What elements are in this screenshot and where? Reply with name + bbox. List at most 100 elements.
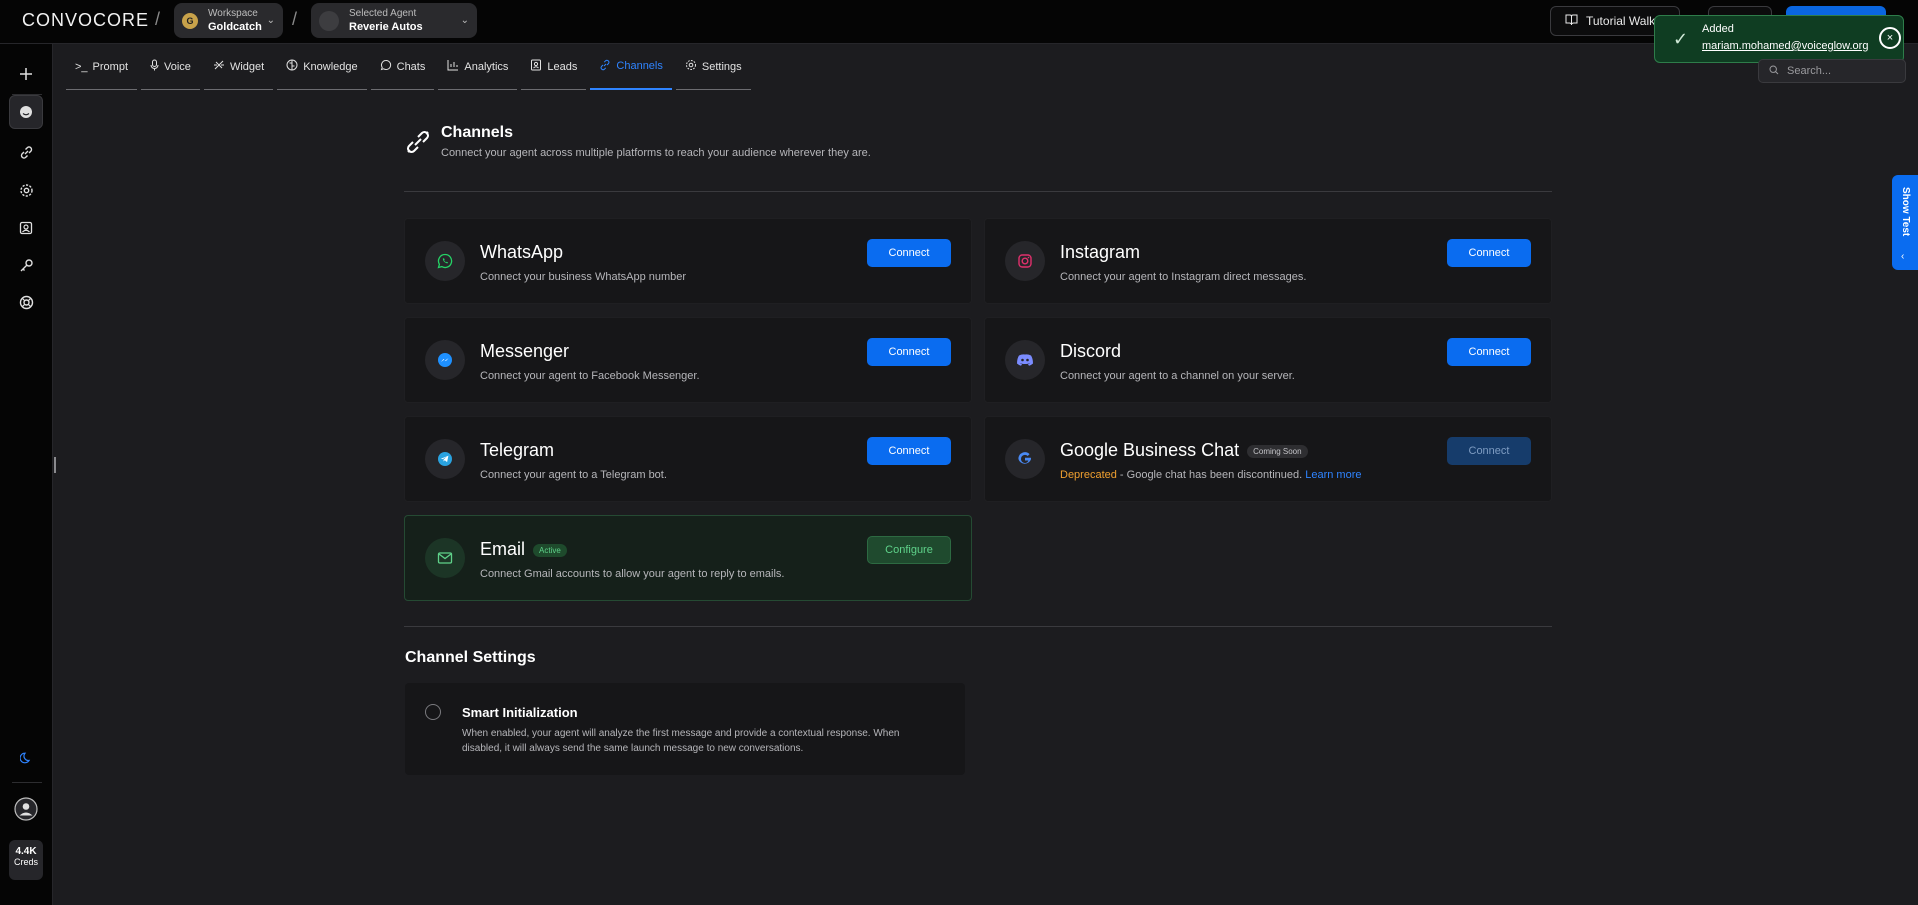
chat-bubble-icon — [380, 59, 392, 74]
page-subtitle: Connect your agent across multiple platf… — [441, 147, 871, 159]
agent-icon[interactable] — [9, 95, 43, 129]
channel-settings-title: Channel Settings — [405, 649, 536, 666]
user-avatar-icon[interactable] — [12, 795, 40, 823]
show-test-label: Show Test — [1900, 187, 1911, 237]
agent-label: Selected Agent — [349, 7, 417, 19]
tab-voice[interactable]: Voice — [141, 44, 200, 90]
channel-card-discord: Discord Connect your agent to a channel … — [984, 317, 1552, 403]
sidebar-collapse-handle[interactable] — [54, 457, 56, 473]
gear-icon — [685, 59, 697, 74]
connect-discord-button[interactable]: Connect — [1447, 338, 1531, 366]
smart-initialization-card: Smart Initialization When enabled, your … — [405, 683, 965, 775]
smart-initialization-checkbox[interactable] — [425, 704, 441, 720]
contacts-icon[interactable] — [12, 214, 40, 242]
search-box[interactable] — [1758, 59, 1906, 83]
brain-icon — [286, 59, 298, 74]
learn-more-link[interactable]: Learn more — [1305, 469, 1361, 481]
channel-name-text: Google Business Chat — [1060, 440, 1240, 460]
terminal-icon: >_ — [75, 60, 88, 73]
connect-whatsapp-button[interactable]: Connect — [867, 239, 951, 267]
agent-selector[interactable]: Selected Agent Reverie Autos ⌄ — [311, 3, 477, 38]
tab-label: Knowledge — [303, 60, 358, 73]
tab-analytics[interactable]: Analytics — [438, 44, 518, 90]
chevron-down-icon: ⌄ — [460, 15, 469, 26]
active-badge: Active — [533, 543, 567, 557]
plug-icon — [599, 59, 611, 74]
tab-chats[interactable]: Chats — [370, 44, 435, 90]
channel-description: Deprecated - Google chat has been discon… — [1060, 469, 1362, 481]
toast-message[interactable]: mariam.mohamed@voiceglow.org — [1702, 40, 1868, 52]
connect-telegram-button[interactable]: Connect — [867, 437, 951, 465]
rail-divider — [12, 782, 42, 783]
connect-messenger-button[interactable]: Connect — [867, 338, 951, 366]
top-bar: CONVOCORE / G Workspace Goldcatch ⌄ / Se… — [0, 0, 1918, 44]
google-icon — [1005, 439, 1045, 479]
microphone-icon — [150, 59, 159, 74]
breadcrumb-separator: / — [292, 9, 298, 29]
tab-label: Channels — [616, 60, 663, 72]
channel-description: Connect your agent to a channel on your … — [1060, 370, 1295, 382]
channel-card-email: Email Active Connect Gmail accounts to al… — [404, 515, 972, 601]
channel-card-google-business-chat: Google Business Chat Coming Soon Deprecat… — [984, 416, 1552, 502]
tab-channels[interactable]: Channels — [590, 44, 672, 90]
tab-label: Leads — [547, 60, 578, 73]
channel-name: Telegram — [480, 440, 555, 460]
channel-name: Email Active — [480, 539, 567, 560]
setting-description: When enabled, your agent will analyze th… — [462, 728, 900, 754]
agent-avatar — [319, 10, 339, 31]
connect-instagram-button[interactable]: Connect — [1447, 239, 1531, 267]
tab-settings[interactable]: Settings — [675, 44, 751, 90]
section-divider — [404, 191, 1552, 192]
bar-chart-icon — [447, 59, 459, 74]
plus-icon[interactable] — [12, 60, 40, 88]
success-toast: ✓ Added mariam.mohamed@voiceglow.org × — [1654, 15, 1904, 63]
deprecated-desc: - Google chat has been discontinued. — [1116, 469, 1306, 481]
configure-email-button[interactable]: Configure — [867, 536, 951, 564]
workspace-selector[interactable]: G Workspace Goldcatch ⌄ — [174, 3, 283, 38]
discord-icon — [1005, 340, 1045, 380]
channel-card-messenger: Messenger Connect your agent to Facebook… — [404, 317, 972, 403]
telegram-icon — [425, 439, 465, 479]
search-input[interactable] — [1787, 65, 1897, 77]
key-icon[interactable] — [12, 251, 40, 279]
breadcrumb-separator: / — [155, 9, 161, 29]
gear-icon[interactable] — [12, 176, 40, 204]
workspace-name: Goldcatch — [208, 20, 262, 33]
moon-icon[interactable] — [12, 744, 40, 772]
agent-tabs: >_ Prompt Voice Widget Knowledge Chats An… — [66, 44, 755, 90]
show-test-tab[interactable]: Show Test ‹ — [1892, 175, 1918, 270]
tab-label: Settings — [701, 60, 742, 73]
tab-widget[interactable]: Widget — [203, 44, 274, 90]
close-icon[interactable]: × — [1879, 27, 1901, 49]
app-logo[interactable]: CONVOCORE — [22, 10, 149, 31]
mail-icon — [425, 538, 465, 578]
channel-name: WhatsApp — [480, 242, 564, 262]
book-icon — [1565, 14, 1578, 28]
tab-label: Chats — [396, 60, 426, 73]
channel-card-telegram: Telegram Connect your agent to a Telegra… — [404, 416, 972, 502]
link-icon[interactable] — [12, 138, 40, 166]
tab-leads[interactable]: Leads — [521, 44, 587, 90]
channel-description: Connect your agent to Facebook Messenger… — [480, 370, 700, 382]
tab-prompt[interactable]: >_ Prompt — [66, 44, 138, 90]
whatsapp-icon — [425, 241, 465, 281]
section-divider — [404, 626, 1552, 627]
agent-name: Reverie Autos — [349, 20, 423, 33]
credits-badge[interactable]: 4.4K Creds — [9, 840, 43, 880]
workspace-label: Workspace — [208, 7, 258, 19]
tab-knowledge[interactable]: Knowledge — [277, 44, 367, 90]
widget-icon — [213, 59, 225, 74]
support-icon[interactable] — [12, 288, 40, 316]
tab-label: Voice — [164, 60, 191, 73]
channel-card-whatsapp: WhatsApp Connect your business WhatsApp … — [404, 218, 972, 304]
channel-name: Google Business Chat Coming Soon — [1060, 440, 1308, 461]
channel-name: Instagram — [1060, 242, 1141, 262]
channel-description: Connect your agent to Instagram direct m… — [1060, 271, 1307, 283]
channel-name: Messenger — [480, 341, 570, 361]
messenger-icon — [425, 340, 465, 380]
channel-card-instagram: Instagram Connect your agent to Instagra… — [984, 218, 1552, 304]
left-rail: 4.4K Creds — [0, 44, 53, 905]
setting-title: Smart Initialization — [462, 705, 578, 720]
channel-description: Connect your business WhatsApp number — [480, 271, 687, 283]
channel-description: Connect your agent to a Telegram bot. — [480, 469, 667, 481]
